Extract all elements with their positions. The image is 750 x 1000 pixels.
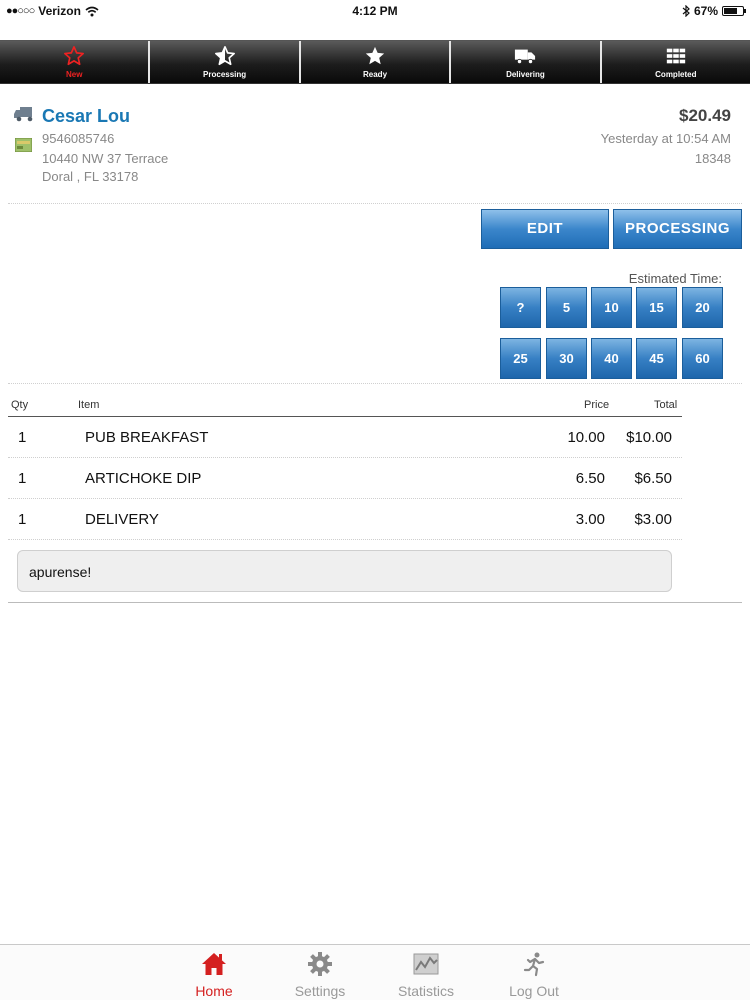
- row-qty: 1: [18, 470, 27, 487]
- nav-settings[interactable]: Settings: [275, 951, 365, 1000]
- tab-label: Completed: [655, 70, 697, 79]
- star-outline-icon: [64, 46, 85, 66]
- order-header: Cesar Lou 9546085746 10440 NW 37 Terrace…: [0, 100, 750, 200]
- processing-button[interactable]: PROCESSING: [613, 209, 742, 249]
- nav-statistics[interactable]: Statistics: [381, 951, 471, 1000]
- tab-processing[interactable]: Processing: [150, 41, 301, 83]
- tab-new[interactable]: New: [0, 41, 151, 83]
- row-total: $3.00: [634, 511, 672, 528]
- time-option-25[interactable]: 25: [500, 338, 541, 379]
- tab-label: New: [65, 70, 83, 79]
- customer-phone[interactable]: 9546085746: [42, 131, 114, 146]
- row-price: 3.00: [575, 511, 605, 528]
- nav-label: Statistics: [397, 983, 454, 999]
- order-status-tabs: New Processing Ready Delivering Complete…: [0, 40, 750, 84]
- column-header-total: Total: [654, 399, 678, 411]
- bluetooth-icon: [682, 5, 690, 17]
- divider: [8, 203, 742, 204]
- divider: [8, 383, 742, 384]
- status-right: 67%: [682, 4, 746, 18]
- table-row[interactable]: 1 ARTICHOKE DIP 6.50 $6.50: [8, 458, 682, 499]
- tab-completed[interactable]: Completed: [601, 41, 750, 83]
- table-row[interactable]: 1 DELIVERY 3.00 $3.00: [8, 499, 682, 540]
- time-option-40[interactable]: 40: [591, 338, 632, 379]
- edit-button[interactable]: EDIT: [481, 209, 609, 249]
- tab-label: Ready: [363, 70, 388, 79]
- time-option-15[interactable]: 15: [636, 287, 677, 328]
- status-bar: ●●○○○ Verizon 4:12 PM 67%: [0, 0, 750, 22]
- battery-icon: [722, 6, 746, 16]
- row-item: DELIVERY: [85, 511, 159, 528]
- order-number: 18348: [694, 151, 731, 166]
- column-header-qty: Qty: [11, 399, 29, 411]
- time-option-20[interactable]: 20: [682, 287, 723, 328]
- order-total: $20.49: [679, 106, 731, 125]
- nav-logout[interactable]: Log Out: [489, 951, 579, 1000]
- home-icon: [202, 953, 226, 975]
- nav-label: Home: [195, 983, 233, 999]
- tab-label: Delivering: [506, 70, 545, 79]
- time-option-45[interactable]: 45: [636, 338, 677, 379]
- battery-fill: [724, 8, 738, 14]
- divider: [8, 602, 742, 603]
- row-qty: 1: [18, 429, 27, 446]
- nav-label: Log Out: [509, 983, 559, 999]
- column-header-price: Price: [584, 399, 610, 411]
- half-star-icon: [214, 46, 235, 66]
- row-total: $10.00: [626, 429, 672, 446]
- gear-icon: [308, 952, 332, 976]
- time-option-5[interactable]: 5: [546, 287, 587, 328]
- payment-card-icon: [15, 138, 32, 152]
- column-header-item: Item: [78, 399, 100, 411]
- nav-home[interactable]: Home: [169, 951, 259, 1000]
- star-icon: [365, 46, 385, 65]
- tab-delivering[interactable]: Delivering: [451, 41, 602, 83]
- delivery-truck-icon: [14, 107, 33, 122]
- tab-label: Processing: [203, 70, 247, 79]
- time-option-unknown[interactable]: ?: [500, 287, 541, 328]
- time-option-30[interactable]: 30: [546, 338, 587, 379]
- tab-ready[interactable]: Ready: [300, 41, 452, 83]
- customer-address-line1: 10440 NW 37 Terrace: [42, 151, 169, 166]
- bottom-nav: Home Settings Statistics Log Out: [0, 944, 750, 1000]
- row-qty: 1: [18, 511, 27, 528]
- row-price: 10.00: [567, 429, 605, 446]
- order-time: Yesterday at 10:54 AM: [600, 131, 731, 146]
- row-item: ARTICHOKE DIP: [85, 470, 202, 487]
- status-time: 4:12 PM: [352, 4, 398, 18]
- row-item: PUB BREAKFAST: [85, 429, 209, 446]
- customer-name[interactable]: Cesar Lou: [42, 106, 130, 127]
- table-row[interactable]: 1 PUB BREAKFAST 10.00 $10.00: [8, 417, 682, 458]
- running-man-icon: [523, 952, 545, 977]
- order-note: apurense!: [17, 550, 672, 592]
- row-total: $6.50: [634, 470, 672, 487]
- battery-percent: 67%: [693, 4, 718, 18]
- estimated-time-label: Estimated Time:: [628, 271, 722, 286]
- customer-address-line2: Doral , FL 33178: [42, 169, 139, 184]
- grid-icon: [666, 48, 685, 64]
- nav-label: Settings: [294, 983, 346, 999]
- time-option-10[interactable]: 10: [591, 287, 632, 328]
- time-option-60[interactable]: 60: [682, 338, 723, 379]
- row-price: 6.50: [575, 470, 605, 487]
- truck-icon: [515, 49, 536, 65]
- statistics-icon: [413, 953, 439, 975]
